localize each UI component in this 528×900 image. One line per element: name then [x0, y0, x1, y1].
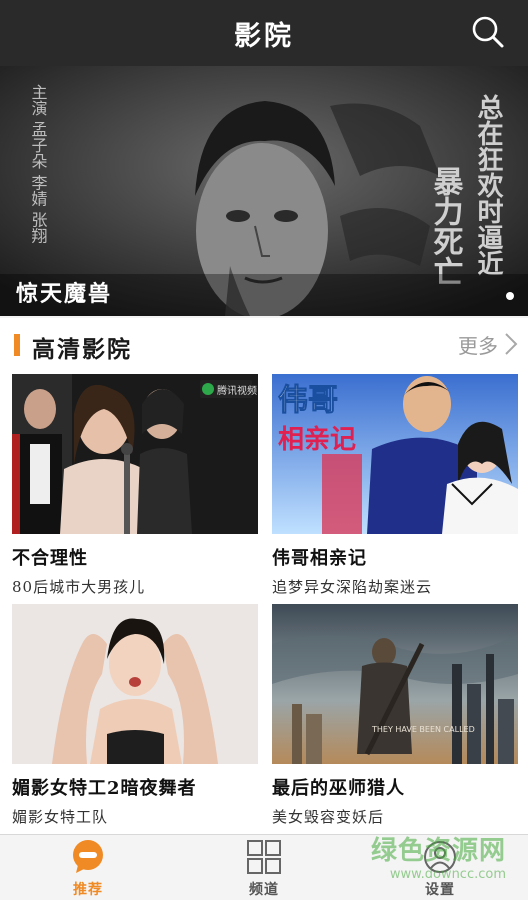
movie-card[interactable]: 伟哥 相亲记 伟哥相亲记 追梦异女深陷劫案迷云: [272, 374, 518, 597]
banner-title[interactable]: 惊天魔兽: [16, 276, 112, 308]
carousel-indicator-dot[interactable]: [506, 292, 514, 300]
movie-subtitle: 媚影女特工队: [12, 808, 109, 826]
thumbnail-title-line-2: 相亲记: [278, 425, 356, 455]
tab-recommend[interactable]: 推荐: [28, 839, 148, 899]
movie-card[interactable]: THEY HAVE BEEN CALLED 最后的巫师猎人 美女毁容变妖后: [272, 604, 518, 827]
thumbnail-badge: 腾讯视频: [217, 384, 257, 397]
tab-label: 设置: [425, 882, 455, 898]
more-label: 更多: [458, 333, 498, 358]
thumbnail-title-line-1: 伟哥: [278, 383, 338, 418]
section-header: 高清影院 更多: [0, 318, 528, 368]
banner-text-cast: 主演 孟子朵 李婧 张翔: [29, 84, 48, 244]
settings-icon: [424, 841, 456, 873]
section-title: 高清影院: [32, 336, 132, 363]
bottom-tab-bar: 推荐 频道 设置: [0, 834, 528, 900]
search-icon[interactable]: [470, 14, 506, 50]
movie-thumbnail[interactable]: 腾讯视频: [12, 374, 258, 534]
section-accent-bar: [14, 334, 20, 356]
movie-grid: 腾讯视频 不合理性 80后城市大男孩儿 伟哥 相亲记 伟哥相亲记 追梦异女深陷劫…: [0, 368, 528, 834]
movie-card[interactable]: 腾讯视频 不合理性 80后城市大男孩儿: [12, 374, 258, 597]
page-title: 影院: [234, 21, 294, 52]
movie-card[interactable]: 媚影女特工2暗夜舞者 媚影女特工队: [12, 604, 258, 827]
movie-thumbnail[interactable]: 伟哥 相亲记: [272, 374, 518, 534]
thumbnail-overlay-text: THEY HAVE BEEN CALLED: [371, 725, 475, 734]
app-root: 影院 暴力死亡 总在狂欢时逼近 主演 孟子朵 李婧 张翔 惊天魔兽 高清影院 更…: [0, 0, 528, 900]
tab-label: 频道: [249, 882, 279, 898]
movie-subtitle: 80后城市大男孩儿: [12, 578, 146, 596]
chevron-right-icon: [505, 333, 518, 355]
movie-title[interactable]: 最后的巫师猎人: [272, 774, 518, 800]
chat-bubble-icon: [73, 840, 103, 873]
movie-subtitle: 追梦异女深陷劫案迷云: [272, 578, 433, 596]
grid-icon: [247, 840, 281, 874]
tab-channel[interactable]: 频道: [204, 839, 324, 899]
movie-subtitle: 美女毁容变妖后: [272, 808, 385, 826]
banner-text-left: 暴力死亡: [428, 166, 464, 286]
more-link[interactable]: 更多: [458, 331, 518, 358]
movie-thumbnail[interactable]: THEY HAVE BEEN CALLED: [272, 604, 518, 764]
movie-title[interactable]: 媚影女特工2暗夜舞者: [12, 774, 258, 800]
movie-thumbnail[interactable]: [12, 604, 258, 764]
banner-carousel[interactable]: 暴力死亡 总在狂欢时逼近 主演 孟子朵 李婧 张翔 惊天魔兽: [0, 66, 528, 316]
movie-title[interactable]: 不合理性: [12, 544, 258, 570]
tab-settings[interactable]: 设置: [380, 839, 500, 899]
top-bar: 影院: [0, 0, 528, 66]
movie-title[interactable]: 伟哥相亲记: [272, 544, 518, 570]
tab-label: 推荐: [73, 882, 103, 898]
banner-text-right: 总在狂欢时逼近: [473, 94, 504, 276]
